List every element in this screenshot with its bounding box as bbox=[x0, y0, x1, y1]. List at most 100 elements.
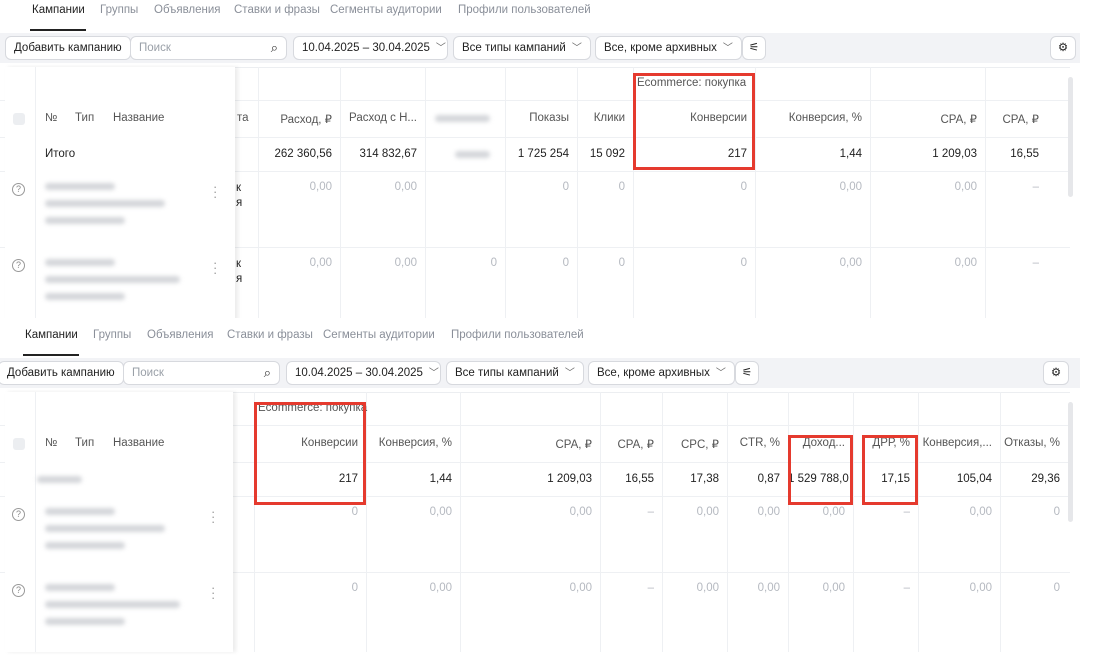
filter-settings-button[interactable]: ⚟ bbox=[742, 36, 766, 60]
tab-5[interactable]: Профили пользователей bbox=[458, 4, 591, 16]
help-icon[interactable]: ? bbox=[12, 183, 25, 196]
column-header-name[interactable]: Название bbox=[113, 112, 164, 124]
status-filter-value: Все, кроме архивных bbox=[597, 367, 710, 379]
column-header[interactable]: Клики bbox=[577, 112, 633, 124]
date-range-select[interactable]: 10.04.2025 – 30.04.2025 ﹀ bbox=[293, 36, 448, 60]
column-header-type[interactable]: Тип bbox=[75, 437, 94, 449]
help-icon[interactable]: ? bbox=[12, 259, 25, 272]
tab-1[interactable]: Группы bbox=[100, 4, 138, 16]
status-filter-select[interactable]: Все, кроме архивных ﹀ bbox=[595, 36, 742, 60]
tab-3[interactable]: Ставки и фразы bbox=[234, 4, 320, 16]
search-input[interactable]: Поиск ⌕ bbox=[130, 36, 287, 60]
column-header[interactable]: Показы bbox=[505, 112, 577, 124]
column-header-name[interactable]: Название bbox=[113, 437, 164, 449]
column-header[interactable]: Конверсия, % bbox=[755, 112, 870, 124]
cell-value: – bbox=[1032, 181, 1039, 193]
select-all-checkbox[interactable] bbox=[13, 438, 25, 450]
row-menu-icon[interactable]: · · · bbox=[213, 180, 217, 203]
chevron-down-icon: ﹀ bbox=[571, 43, 582, 54]
cell-value: 0,00 bbox=[394, 257, 417, 269]
status-filter-select[interactable]: Все, кроме архивных ﹀ bbox=[588, 361, 735, 385]
column-header[interactable]: Конверсия, % bbox=[366, 437, 460, 449]
search-input[interactable]: Поиск ⌕ bbox=[123, 361, 280, 385]
column-header-number[interactable]: № bbox=[45, 112, 57, 124]
tab-5[interactable]: Профили пользователей bbox=[451, 329, 584, 341]
cell-value: 0,00 bbox=[429, 582, 452, 594]
column-divider bbox=[788, 392, 789, 652]
campaign-status-blurred bbox=[45, 217, 125, 224]
total-value: 1 209,03 bbox=[932, 148, 977, 160]
column-divider bbox=[662, 392, 663, 652]
column-header-number[interactable]: № bbox=[45, 437, 57, 449]
cell-value: 0,00 bbox=[696, 506, 719, 518]
column-header[interactable]: CPA, ₽ bbox=[985, 112, 1047, 126]
tab-1[interactable]: Группы bbox=[93, 329, 131, 341]
row-menu-icon[interactable]: · · · bbox=[211, 581, 215, 604]
campaign-name-blurred bbox=[45, 200, 165, 207]
tab-4[interactable]: Сегменты аудитории bbox=[323, 329, 435, 341]
row-menu-icon[interactable]: · · · bbox=[211, 505, 215, 528]
vertical-scrollbar[interactable] bbox=[1068, 77, 1073, 197]
column-divider bbox=[366, 392, 367, 652]
column-header[interactable]: Конверсия,... bbox=[918, 437, 1000, 449]
chevron-down-icon: ﹀ bbox=[428, 368, 439, 379]
column-header[interactable]: CPA, ₽ bbox=[460, 437, 600, 451]
select-all-checkbox[interactable] bbox=[13, 113, 25, 125]
campaign-id-blurred bbox=[45, 259, 115, 266]
campaign-types-select[interactable]: Все типы кампаний ﹀ bbox=[446, 361, 584, 385]
column-header[interactable]: CPA, ₽ bbox=[870, 112, 985, 126]
column-header[interactable]: CPA, ₽ bbox=[600, 437, 662, 451]
cell-value: 0,00 bbox=[822, 506, 845, 518]
search-icon[interactable]: ⌕ bbox=[264, 362, 271, 384]
campaign-types-value: Все типы кампаний bbox=[462, 42, 566, 54]
tab-3[interactable]: Ставки и фразы bbox=[227, 329, 313, 341]
tab-2[interactable]: Объявления bbox=[154, 4, 221, 16]
filter-settings-button[interactable]: ⚟ bbox=[735, 361, 759, 385]
add-campaign-button[interactable]: Добавить кампанию bbox=[5, 36, 131, 60]
frozen-columns: № Тип Название? · · ·? · · · bbox=[5, 392, 233, 652]
cell-value: 0 bbox=[562, 257, 569, 269]
column-divider bbox=[1000, 392, 1001, 652]
campaigns-panel-top: Кампании Группы Объявления Ставки и фразы Се… bbox=[0, 0, 1093, 318]
campaign-name-blurred bbox=[45, 525, 165, 532]
tab-4[interactable]: Сегменты аудитории bbox=[330, 4, 442, 16]
active-tab-underline bbox=[30, 29, 86, 31]
cell-value: 0,00 bbox=[969, 582, 992, 594]
table-settings-button[interactable]: ⚙ bbox=[1050, 36, 1076, 60]
cell-value: 0,00 bbox=[309, 257, 332, 269]
cell-value: 0,00 bbox=[569, 506, 592, 518]
help-icon[interactable]: ? bbox=[12, 584, 25, 597]
search-icon[interactable]: ⌕ bbox=[271, 37, 278, 59]
vertical-scrollbar[interactable] bbox=[1068, 402, 1073, 522]
partial-cell: к я bbox=[236, 258, 243, 285]
cell-value: 0 bbox=[1053, 582, 1060, 594]
column-header-blurred bbox=[435, 115, 490, 122]
table-settings-button[interactable]: ⚙ bbox=[1043, 361, 1069, 385]
column-header[interactable]: CTR, % bbox=[727, 437, 788, 449]
column-header[interactable]: Отказы, % bbox=[1000, 437, 1068, 449]
campaign-status-blurred bbox=[45, 293, 125, 300]
cell-value: 0 bbox=[351, 506, 358, 518]
column-divider bbox=[918, 392, 919, 652]
cell-value: 0 bbox=[1053, 506, 1060, 518]
column-header[interactable]: Расход, ₽ bbox=[258, 112, 340, 126]
column-header-type[interactable]: Тип bbox=[75, 112, 94, 124]
column-header[interactable]: CPC, ₽ bbox=[662, 437, 727, 451]
tab-2[interactable]: Объявления bbox=[147, 329, 214, 341]
highlight-box bbox=[633, 73, 755, 170]
campaign-types-select[interactable]: Все типы кампаний ﹀ bbox=[453, 36, 591, 60]
tab-0[interactable]: Кампании bbox=[25, 329, 78, 341]
cell-value: 0,00 bbox=[839, 257, 862, 269]
tab-0[interactable]: Кампании bbox=[32, 4, 85, 16]
add-campaign-button[interactable]: Добавить кампанию bbox=[0, 361, 124, 385]
cell-value: 0,00 bbox=[969, 506, 992, 518]
column-header[interactable]: Расход с Н... bbox=[340, 112, 425, 124]
date-range-select[interactable]: 10.04.2025 – 30.04.2025 ﹀ bbox=[286, 361, 441, 385]
total-label: Итого bbox=[45, 148, 76, 160]
help-icon[interactable]: ? bbox=[12, 508, 25, 521]
chevron-down-icon: ﹀ bbox=[715, 368, 726, 379]
cell-value: 0 bbox=[618, 181, 625, 193]
row-menu-icon[interactable]: · · · bbox=[213, 256, 217, 279]
cell-value: 0,00 bbox=[569, 582, 592, 594]
campaign-id-blurred bbox=[45, 584, 115, 591]
